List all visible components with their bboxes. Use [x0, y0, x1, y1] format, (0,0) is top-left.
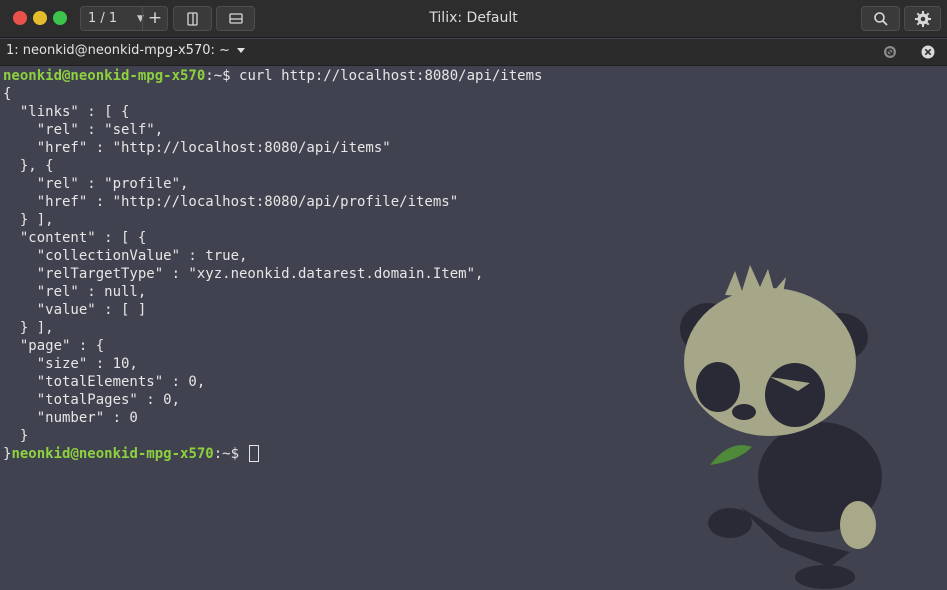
terminal-output: neonkid@neonkid-mpg-x570:~$ curl http://… — [3, 67, 542, 463]
session-counter[interactable]: 1 / 1 — [81, 11, 137, 26]
terminal-line: } — [3, 428, 29, 444]
prompt-user: neonkid@neonkid-mpg-x570 — [3, 68, 206, 84]
terminal-line: "rel" : null, — [36, 284, 147, 300]
close-tab-icon[interactable] — [921, 45, 935, 59]
gear-icon — [914, 10, 931, 27]
terminal-line: "size" : 10, — [36, 356, 138, 372]
terminal-line: "totalPages" : 0, — [36, 392, 181, 408]
terminal-line: } ], — [19, 320, 54, 336]
prompt-user: neonkid@neonkid-mpg-x570 — [11, 446, 214, 462]
terminal-line: "content" : [ { — [19, 230, 147, 246]
terminal-line: { — [3, 86, 12, 102]
title-bar: 1 / 1 ▼ + — [0, 0, 947, 38]
command-text: curl http://localhost:8080/api/items — [239, 68, 543, 84]
prompt-tail: :~$ — [213, 446, 248, 462]
readonly-icon[interactable] — [883, 45, 897, 59]
terminal-line: "totalElements" : 0, — [36, 374, 206, 390]
terminal-line: "number" : 0 — [36, 410, 138, 426]
split-down-icon — [228, 12, 243, 24]
output-block: { "links" : [ { "rel" : "self", "href" :… — [3, 86, 483, 444]
split-right-button[interactable] — [173, 6, 212, 31]
minimize-window-icon[interactable] — [33, 11, 47, 25]
session-switcher[interactable]: 1 / 1 ▼ + — [80, 6, 168, 31]
terminal-pane[interactable]: neonkid@neonkid-mpg-x570:~$ curl http://… — [0, 67, 947, 590]
terminal-line: "rel" : "self", — [36, 122, 164, 138]
find-button[interactable] — [861, 6, 900, 31]
panda-mascot-icon — [680, 265, 882, 589]
terminal-line: "page" : { — [19, 338, 105, 354]
terminal-cursor[interactable] — [249, 445, 260, 462]
terminal-line: "href" : "http://localhost:8080/api/item… — [36, 140, 391, 156]
add-session-button[interactable]: + — [142, 7, 167, 30]
terminal-line: } ], — [19, 212, 54, 228]
chevron-down-icon[interactable] — [236, 47, 246, 55]
split-down-button[interactable] — [216, 6, 255, 31]
split-right-icon — [186, 11, 198, 26]
search-icon — [873, 11, 888, 26]
close-window-icon[interactable] — [13, 11, 27, 25]
terminal-tab-bar: 1: neonkid@neonkid-mpg-x570: ~ — [0, 39, 947, 66]
terminal-line: "value" : [ ] — [36, 302, 147, 318]
prompt-tail: :~$ — [205, 68, 240, 84]
terminal-line: "rel" : "profile", — [36, 176, 189, 192]
terminal-line: "collectionValue" : true, — [36, 248, 248, 264]
terminal-line: "relTargetType" : "xyz.neonkid.datarest.… — [36, 266, 484, 282]
terminal-line: "href" : "http://localhost:8080/api/prof… — [36, 194, 459, 210]
terminal-title[interactable]: 1: neonkid@neonkid-mpg-x570: ~ — [6, 43, 230, 58]
maximize-window-icon[interactable] — [53, 11, 67, 25]
settings-button[interactable] — [904, 6, 941, 31]
terminal-line: }, { — [19, 158, 54, 174]
terminal-line: "links" : [ { — [19, 104, 130, 120]
